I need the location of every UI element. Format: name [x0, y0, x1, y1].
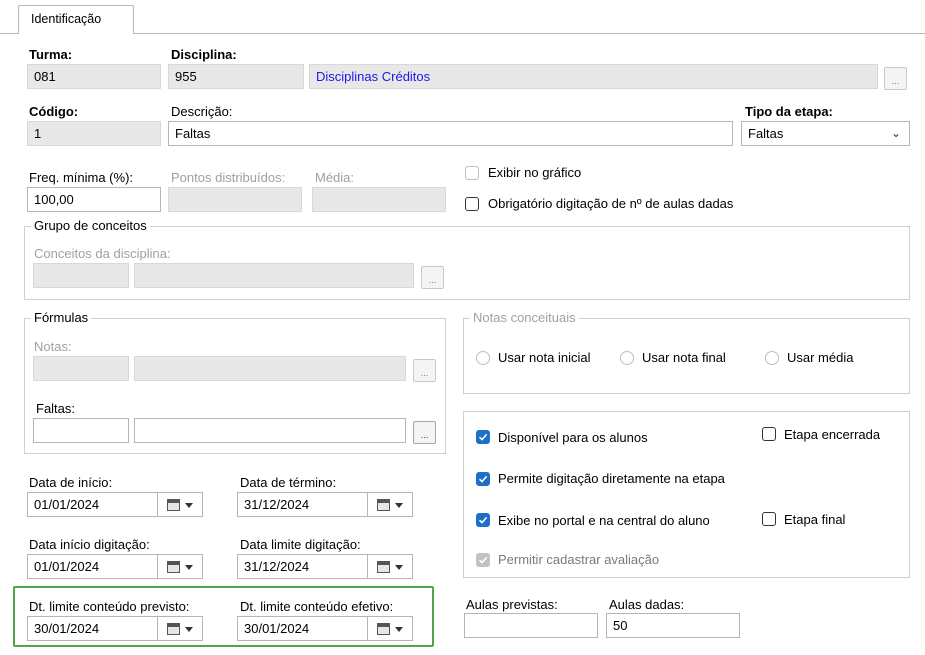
tipo-etapa-label: Tipo da etapa: [745, 104, 833, 119]
descricao-field[interactable]: Faltas [168, 121, 733, 146]
turma-label: Turma: [29, 47, 73, 62]
dropdown-arrow-icon [395, 503, 403, 508]
conceitos-code-field[interactable] [33, 263, 129, 288]
disciplina-lookup-button[interactable]: ... [884, 67, 907, 90]
formulas-faltas-name-field[interactable] [134, 418, 406, 443]
tab-baseline [0, 33, 925, 34]
data-inicio-calendar-button[interactable] [157, 492, 203, 517]
usar-nota-final-label: Usar nota final [642, 350, 726, 365]
notas-conceituais-title: Notas conceituais [470, 310, 579, 325]
obrigatorio-aulas-checkbox[interactable] [465, 197, 479, 211]
calendar-icon [377, 561, 390, 573]
disciplina-name-field[interactable]: Disciplinas Créditos [309, 64, 878, 89]
formulas-title: Fórmulas [31, 310, 92, 325]
disciplina-code-field[interactable]: 955 [168, 64, 304, 89]
usar-nota-final-radio[interactable] [620, 351, 634, 365]
limite-conteudo-efetivo-label: Dt. limite conteúdo efetivo: [240, 599, 394, 614]
data-limite-digitacao-calendar-button[interactable] [367, 554, 413, 579]
data-inicio-digitacao-label: Data início digitação: [29, 537, 150, 552]
tipo-etapa-value: Faltas [748, 126, 784, 141]
conceitos-lookup-button[interactable]: ... [421, 266, 444, 289]
dropdown-arrow-icon [395, 627, 403, 632]
dropdown-arrow-icon [395, 565, 403, 570]
exibe-portal-label: Exibe no portal e na central do aluno [498, 513, 710, 528]
usar-media-label: Usar média [787, 350, 854, 365]
data-inicio-field[interactable]: 01/01/2024 [27, 492, 158, 517]
turma-field[interactable]: 081 [27, 64, 161, 89]
media-label: Média: [315, 170, 355, 185]
disciplina-label: Disciplina: [171, 47, 237, 62]
limite-conteudo-previsto-field[interactable]: 30/01/2024 [27, 616, 158, 641]
data-termino-field[interactable]: 31/12/2024 [237, 492, 368, 517]
descricao-label: Descrição: [171, 104, 233, 119]
disponivel-alunos-checkbox[interactable] [476, 430, 490, 444]
dropdown-arrow-icon [185, 627, 193, 632]
freq-minima-label: Freq. mínima (%): [29, 170, 134, 185]
freq-minima-field[interactable]: 100,00 [27, 187, 161, 212]
dropdown-arrow-icon [185, 565, 193, 570]
aulas-previstas-field[interactable] [464, 613, 598, 638]
etapa-encerrada-checkbox[interactable] [762, 427, 776, 441]
usar-nota-inicial-label: Usar nota inicial [498, 350, 591, 365]
calendar-icon [167, 499, 180, 511]
etapa-encerrada-label: Etapa encerrada [784, 427, 881, 442]
formulas-faltas-label: Faltas: [36, 401, 76, 416]
obrigatorio-aulas-label: Obrigatório digitação de nº de aulas dad… [488, 196, 734, 211]
limite-conteudo-efetivo-calendar-button[interactable] [367, 616, 413, 641]
data-limite-digitacao-field[interactable]: 31/12/2024 [237, 554, 368, 579]
check-icon [478, 516, 488, 524]
exibir-grafico-checkbox[interactable] [465, 166, 479, 180]
data-inicio-digitacao-field[interactable]: 01/01/2024 [27, 554, 158, 579]
check-icon [478, 433, 488, 441]
calendar-icon [377, 499, 390, 511]
data-termino-label: Data de término: [240, 475, 337, 490]
limite-conteudo-previsto-calendar-button[interactable] [157, 616, 203, 641]
formulas-notas-label: Notas: [34, 339, 72, 354]
limite-conteudo-previsto-label: Dt. limite conteúdo previsto: [29, 599, 190, 614]
chevron-down-icon: ⌄ [890, 126, 901, 140]
calendar-icon [167, 623, 180, 635]
exibir-grafico-label: Exibir no gráfico [488, 165, 582, 180]
tab-strip: Identificação [0, 0, 925, 34]
media-field[interactable] [312, 187, 446, 212]
formulas-notas-code-field[interactable] [33, 356, 129, 381]
formulas-notas-name-field[interactable] [134, 356, 406, 381]
aulas-dadas-label: Aulas dadas: [609, 597, 685, 612]
conceitos-name-field[interactable] [134, 263, 414, 288]
calendar-icon [167, 561, 180, 573]
aulas-dadas-field[interactable]: 50 [606, 613, 740, 638]
codigo-field[interactable]: 1 [27, 121, 161, 146]
check-icon [478, 556, 488, 564]
formulas-faltas-code-field[interactable] [33, 418, 129, 443]
data-inicio-label: Data de início: [29, 475, 113, 490]
usar-media-radio[interactable] [765, 351, 779, 365]
grupo-conceitos-title: Grupo de conceitos [31, 218, 150, 233]
dropdown-arrow-icon [185, 503, 193, 508]
permite-digitacao-label: Permite digitação diretamente na etapa [498, 471, 725, 486]
etapa-final-checkbox[interactable] [762, 512, 776, 526]
tab-identificacao[interactable]: Identificação [18, 5, 134, 33]
data-limite-digitacao-label: Data limite digitação: [240, 537, 361, 552]
limite-conteudo-efetivo-field[interactable]: 30/01/2024 [237, 616, 368, 641]
codigo-label: Código: [29, 104, 79, 119]
formulas-notas-lookup-button[interactable]: ... [413, 359, 436, 382]
formulas-faltas-lookup-button[interactable]: ... [413, 421, 436, 444]
etapa-final-label: Etapa final [784, 512, 846, 527]
permitir-avaliacao-label: Permitir cadastrar avaliação [498, 552, 660, 567]
exibe-portal-checkbox[interactable] [476, 513, 490, 527]
data-inicio-digitacao-calendar-button[interactable] [157, 554, 203, 579]
conceitos-disciplina-label: Conceitos da disciplina: [34, 246, 171, 261]
calendar-icon [377, 623, 390, 635]
pontos-distribuidos-field[interactable] [168, 187, 302, 212]
aulas-previstas-label: Aulas previstas: [466, 597, 558, 612]
data-termino-calendar-button[interactable] [367, 492, 413, 517]
usar-nota-inicial-radio[interactable] [476, 351, 490, 365]
permitir-avaliacao-checkbox[interactable] [476, 553, 490, 567]
pontos-distribuidos-label: Pontos distribuídos: [171, 170, 286, 185]
tipo-etapa-select[interactable]: Faltas ⌄ [741, 121, 910, 146]
disponivel-alunos-label: Disponível para os alunos [498, 430, 648, 445]
check-icon [478, 475, 488, 483]
permite-digitacao-checkbox[interactable] [476, 472, 490, 486]
